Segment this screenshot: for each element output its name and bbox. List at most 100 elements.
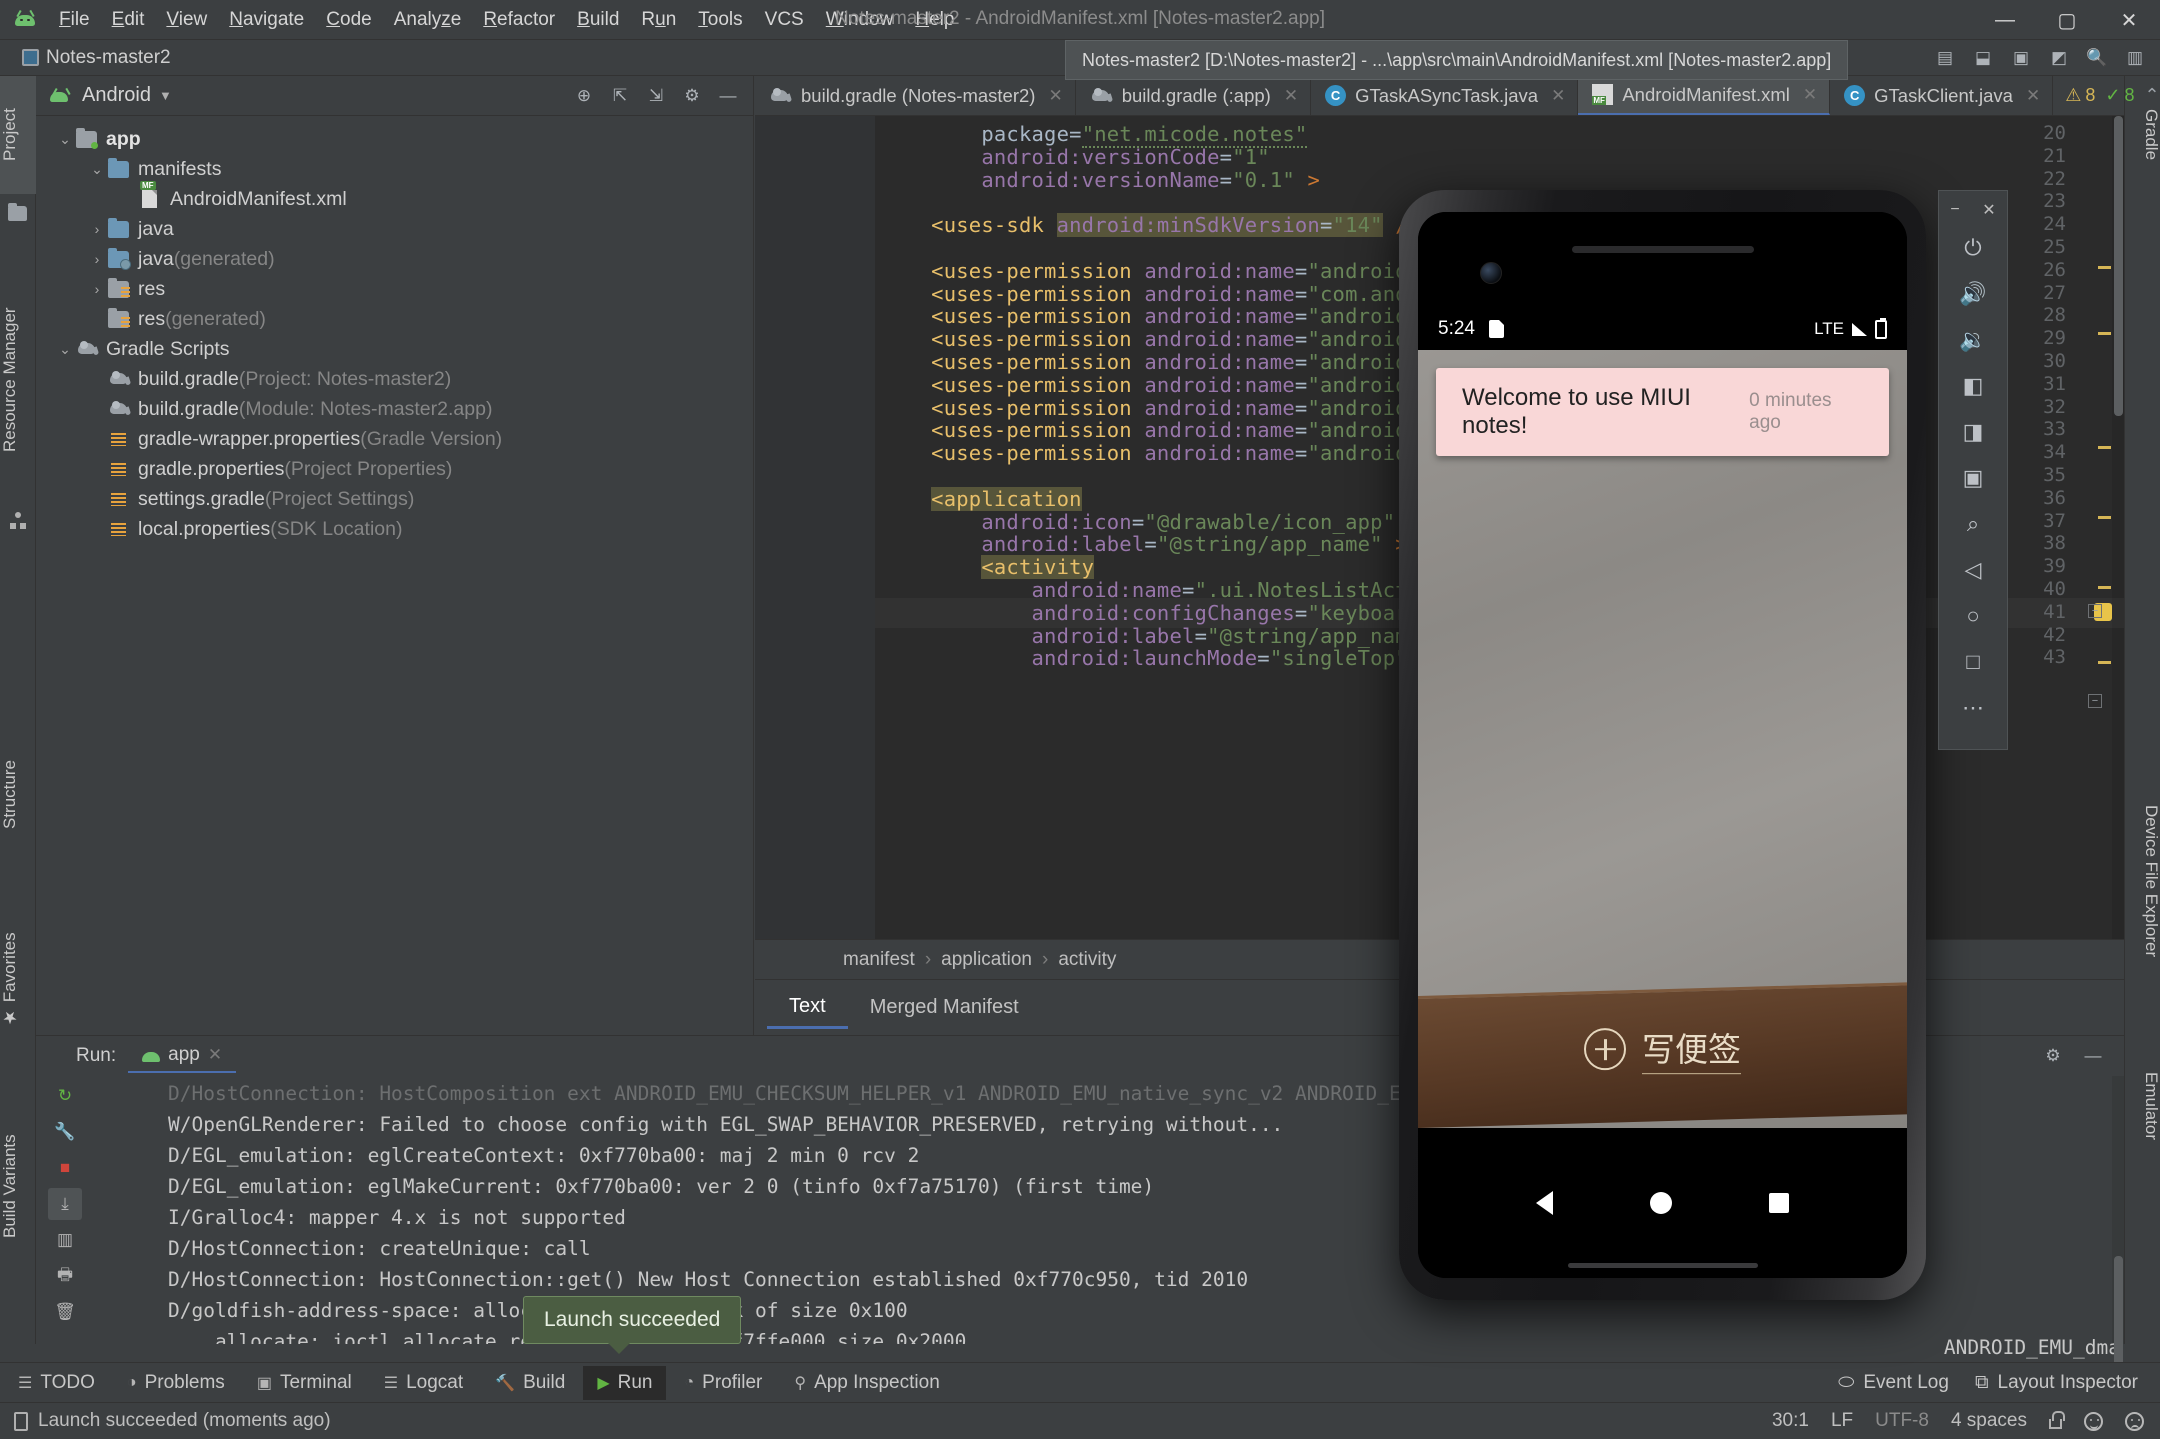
lock-icon[interactable] <box>2049 1411 2065 1429</box>
tree-item-settings-gradle[interactable]: settings.gradle (Project Settings) <box>36 484 753 514</box>
note-list-item[interactable]: Welcome to use MIUI notes! 0 minutes ago <box>1436 368 1889 456</box>
home-button-icon[interactable] <box>1649 1192 1672 1214</box>
emu-overview-icon[interactable]: □ <box>1950 639 1996 685</box>
bottom-tab-problems[interactable]: ◑ Problems <box>113 1366 239 1400</box>
notifications-icon[interactable]: ▥ <box>2118 43 2152 73</box>
chevron-right-icon[interactable]: › <box>86 251 108 267</box>
console-scrollbar[interactable] <box>2112 1076 2124 1376</box>
menu-item-view[interactable]: View <box>155 5 218 35</box>
bottom-tab-terminal[interactable]: ▣ Terminal <box>243 1366 366 1400</box>
build-variants-strip-icon[interactable] <box>8 511 28 531</box>
recents-button-icon[interactable] <box>1768 1193 1789 1213</box>
emu-more-icon[interactable]: ⋯ <box>1950 685 1996 731</box>
happy-face-icon[interactable] <box>2084 1411 2103 1431</box>
file-encoding[interactable]: UTF-8 <box>1875 1410 1929 1432</box>
screenshot-icon[interactable]: ▣ <box>1950 455 1996 501</box>
bottom-tab-run[interactable]: ▶ Run <box>583 1365 667 1400</box>
editor-view-tab-text[interactable]: Text <box>767 987 848 1029</box>
wrench-icon[interactable]: 🔧 <box>48 1116 82 1148</box>
editor-tab-gtaskclient-java[interactable]: C GTaskClient.java ✕ <box>1830 76 2054 115</box>
editor-tab-gtaskasynctask-java[interactable]: C GTaskASyncTask.java ✕ <box>1311 76 1579 115</box>
tree-item-build-gradle[interactable]: build.gradle (Module: Notes-master2.app) <box>36 394 753 424</box>
caret-position[interactable]: 30:1 <box>1772 1410 1809 1432</box>
new-note-shelf[interactable]: 写便签 <box>1418 982 1907 1128</box>
run-hide-icon[interactable]: — <box>2076 1041 2110 1071</box>
chevron-down-icon[interactable]: ⌄ <box>54 131 76 148</box>
search-icon[interactable]: 🔍 <box>2080 43 2114 73</box>
menu-item-window[interactable]: Window <box>815 5 905 35</box>
close-icon[interactable]: ✕ <box>1551 86 1565 106</box>
menu-item-edit[interactable]: Edit <box>101 5 156 35</box>
menu-item-build[interactable]: Build <box>566 5 630 35</box>
menu-item-code[interactable]: Code <box>315 5 382 35</box>
sad-face-icon[interactable] <box>2125 1411 2144 1431</box>
tree-item-gradle-wrapper-properties[interactable]: gradle-wrapper.properties (Gradle Versio… <box>36 424 753 454</box>
settings-gear-icon[interactable]: ⚙ <box>675 81 709 111</box>
menu-item-tools[interactable]: Tools <box>687 5 753 35</box>
tree-item-androidmanifest-xml[interactable]: MF AndroidManifest.xml <box>36 180 753 214</box>
close-icon[interactable]: ✕ <box>1803 85 1817 105</box>
clear-all-icon[interactable]: 🗑 <box>48 1296 82 1328</box>
sidebar-item-favorites[interactable]: ★ Favorites <box>0 896 36 1064</box>
tree-item-java[interactable]: › java <box>36 214 753 244</box>
emu-home-icon[interactable]: ○ <box>1950 593 1996 639</box>
tree-item-gradle-properties[interactable]: gradle.properties (Project Properties) <box>36 454 753 484</box>
tree-item-res[interactable]: › res <box>36 274 753 304</box>
avd-manager-icon[interactable]: ▣ <box>2004 43 2038 73</box>
inspection-status[interactable]: ⚠8✓8⌃⌄ <box>2053 76 2160 115</box>
line-separator[interactable]: LF <box>1831 1410 1853 1432</box>
rerun-icon[interactable]: ↻ <box>48 1080 82 1112</box>
close-icon[interactable]: ✕ <box>1048 86 1062 106</box>
bottom-tab-todo[interactable]: ☰ TODO <box>4 1366 109 1400</box>
chevron-right-icon[interactable]: › <box>86 281 108 297</box>
menu-item-vcs[interactable]: VCS <box>754 5 815 35</box>
editor-view-tab-merged-manifest[interactable]: Merged Manifest <box>848 988 1041 1027</box>
profiler-toolbar-icon[interactable]: ◩ <box>2042 43 2076 73</box>
breadcrumb-item-activity[interactable]: activity <box>1058 949 1116 971</box>
breadcrumb-module[interactable]: Notes-master2 <box>0 47 171 69</box>
collapse-all-icon[interactable]: ⇲ <box>639 81 673 111</box>
emu-back-icon[interactable]: ◁ <box>1950 547 1996 593</box>
tree-item-build-gradle[interactable]: build.gradle (Project: Notes-master2) <box>36 364 753 394</box>
scroll-to-end-icon[interactable]: ⤓ <box>48 1188 82 1220</box>
tree-item-local-properties[interactable]: local.properties (SDK Location) <box>36 514 753 544</box>
sdk-manager-icon[interactable]: ⬓ <box>1966 43 2000 73</box>
close-icon[interactable]: ✕ <box>208 1045 222 1065</box>
close-icon[interactable]: ✕ <box>1284 86 1298 106</box>
editor-tab-androidmanifest-xml[interactable]: MF AndroidManifest.xml ✕ <box>1578 76 1831 115</box>
warning-count[interactable]: ⚠ 8 <box>2065 85 2095 106</box>
emulator-window[interactable]: 5:24 LTE Welcome to use MIUI notes! 0 mi… <box>1399 190 1926 1300</box>
zoom-icon[interactable]: ⌕ <box>1950 501 1996 547</box>
breadcrumb-item-manifest[interactable]: manifest <box>843 949 915 971</box>
power-icon[interactable]: ⏻ <box>1950 225 1996 271</box>
close-button[interactable]: ✕ <box>2098 0 2160 40</box>
menu-item-analyze[interactable]: Analyze <box>383 5 473 35</box>
tree-item-res[interactable]: res (generated) <box>36 304 753 334</box>
maximize-button[interactable]: ▢ <box>2036 0 2098 40</box>
bottom-tab-app-inspection[interactable]: ⚲ App Inspection <box>780 1366 953 1400</box>
bottom-tab-logcat[interactable]: ☰ Logcat <box>370 1366 477 1400</box>
tree-item-manifests[interactable]: ⌄ manifests <box>36 154 753 184</box>
menu-item-help[interactable]: Help <box>904 5 965 35</box>
tree-item-gradle-scripts[interactable]: ⌄ Gradle Scripts <box>36 334 753 364</box>
rotate-right-icon[interactable]: ◨ <box>1950 409 1996 455</box>
inspection-ok-count[interactable]: ✓ 8 <box>2105 85 2134 106</box>
bottom-tab-build[interactable]: 🔨 Build <box>481 1366 579 1400</box>
sidebar-item-project[interactable]: Project <box>0 76 36 194</box>
editor-tab-build-gradle--notes-master2-[interactable]: build.gradle (Notes-master2) ✕ <box>755 76 1076 115</box>
chevron-down-icon[interactable]: ⌄ <box>54 341 76 358</box>
sidebar-item-resource-manager[interactable]: Resource Manager <box>0 264 36 496</box>
sidebar-item-device-file-explorer[interactable]: Device File Explorer <box>2125 756 2160 1006</box>
menu-item-navigate[interactable]: Navigate <box>218 5 315 35</box>
indent-setting[interactable]: 4 spaces <box>1951 1410 2027 1432</box>
tree-item-app[interactable]: ⌄ app <box>36 124 753 154</box>
menu-item-file[interactable]: File <box>48 5 101 35</box>
stop-icon[interactable]: ■ <box>48 1152 82 1184</box>
chevron-down-icon[interactable]: ⌄ <box>86 161 108 178</box>
bottom-tab-layout-inspector[interactable]: ⧉ Layout Inspector <box>1975 1372 2138 1394</box>
volume-up-icon[interactable]: 🔊 <box>1950 271 1996 317</box>
sidebar-item-emulator[interactable]: Emulator <box>2125 1026 2160 1186</box>
soft-wrap-icon[interactable]: ▥ <box>48 1224 82 1256</box>
editor-tab-build-gradle---app-[interactable]: build.gradle (:app) ✕ <box>1076 76 1312 115</box>
tree-item-java[interactable]: › java (generated) <box>36 244 753 274</box>
